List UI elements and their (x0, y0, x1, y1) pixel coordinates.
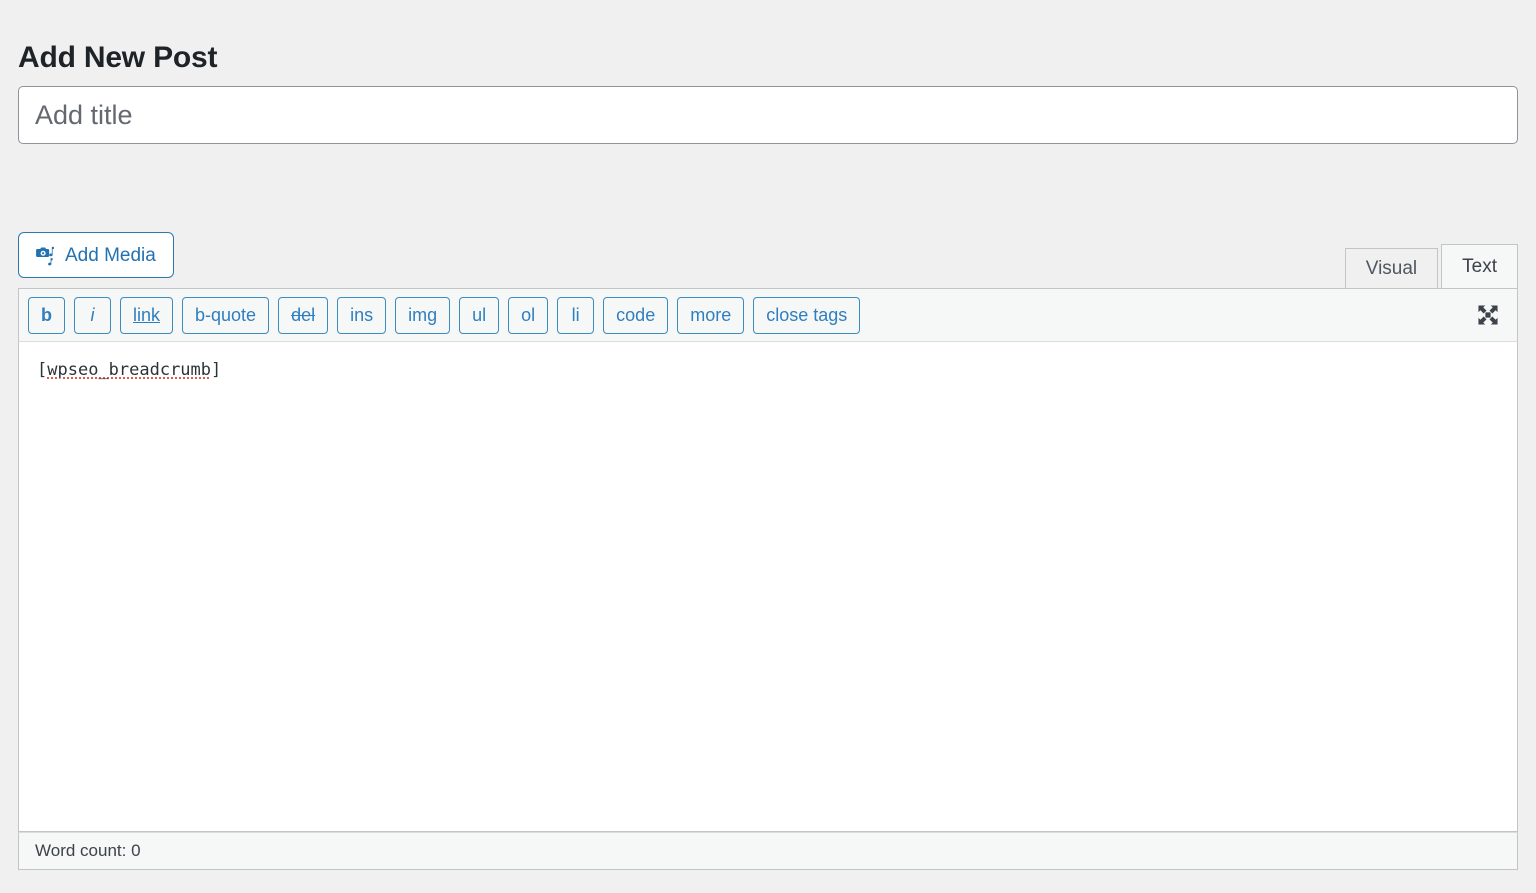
content-shortcode-word: wpseo_breadcrumb (47, 360, 212, 380)
quicktag-link[interactable]: link (120, 296, 174, 334)
page-title: Add New Post (18, 41, 218, 75)
quicktag-ins[interactable]: ins (337, 296, 387, 334)
post-content-textarea[interactable]: [wpseo_breadcrumb] (18, 342, 1518, 832)
wordpress-add-new-post-screen: Add New Post Add Media Visual Text (0, 0, 1536, 893)
quicktag-ol[interactable]: ol (508, 296, 549, 334)
word-count-label: Word count: 0 (35, 841, 141, 860)
post-content-text: [wpseo_breadcrumb] (37, 358, 1499, 384)
post-title-input[interactable] (18, 86, 1518, 144)
quicktags-toolbar: b i link b-quote del ins img ul ol li co… (18, 288, 1518, 342)
fullscreen-expand-icon[interactable] (1473, 300, 1503, 330)
quicktag-ul[interactable]: ul (459, 296, 500, 334)
add-media-button[interactable]: Add Media (18, 232, 174, 278)
tab-visual[interactable]: Visual (1344, 248, 1439, 288)
quicktag-code[interactable]: code (603, 296, 669, 334)
quicktag-li[interactable]: li (557, 296, 595, 334)
quicktag-more[interactable]: more (677, 296, 745, 334)
quicktag-blockquote[interactable]: b-quote (182, 296, 270, 334)
post-title-field-wrapper (18, 86, 1518, 144)
editor-status-bar: Word count: 0 (18, 832, 1518, 870)
editor-mode-tabs: Visual Text (1344, 244, 1518, 288)
quicktag-del[interactable]: del (278, 296, 329, 334)
tab-text[interactable]: Text (1441, 244, 1518, 288)
editor-topbar: Add Media Visual Text (18, 232, 1518, 288)
quicktag-close-tags[interactable]: close tags (753, 296, 861, 334)
quicktag-italic[interactable]: i (74, 296, 111, 334)
quicktag-bold[interactable]: b (28, 296, 65, 334)
add-media-label: Add Media (65, 244, 156, 266)
post-editor: Add Media Visual Text b i link b-quote d… (18, 232, 1518, 870)
content-bracket-open: [ (37, 360, 48, 380)
content-bracket-close: ] (211, 360, 222, 380)
quicktag-img[interactable]: img (395, 296, 451, 334)
camera-music-media-icon (34, 244, 56, 266)
